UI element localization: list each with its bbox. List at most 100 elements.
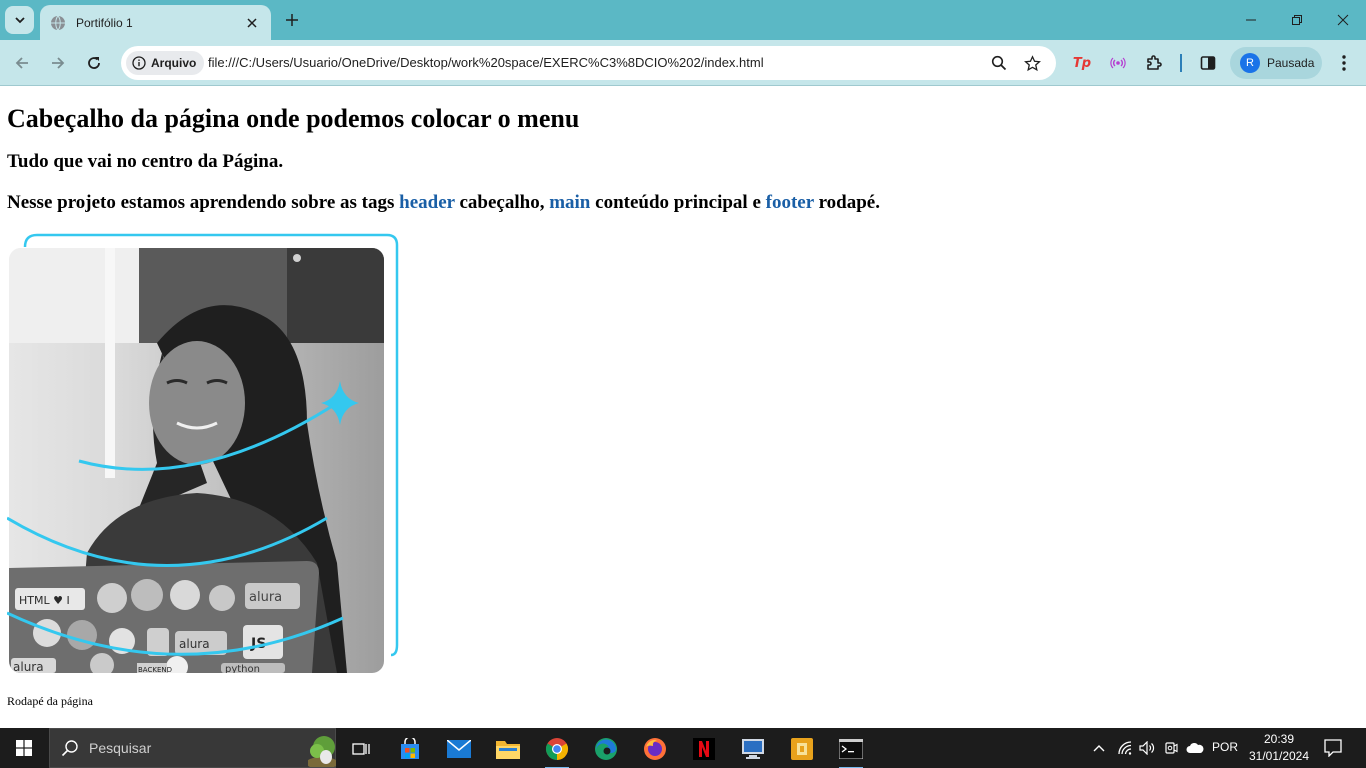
paragraph-text-1: Nesse projeto estamos aprendendo sobre a… — [7, 192, 400, 213]
netflix-button[interactable] — [684, 732, 724, 766]
portfolio-photo: HTML ♥ I alura alura JS python alura BAC… — [6, 233, 399, 675]
task-view-icon — [352, 743, 370, 755]
cloud-icon — [1186, 742, 1204, 753]
more-vertical-icon — [1342, 55, 1346, 71]
chrome-icon — [546, 738, 568, 760]
sticker-text-6: alura — [13, 660, 44, 674]
browser-tab-active[interactable]: Portifólio 1 — [40, 5, 271, 40]
magnifier-icon — [991, 55, 1007, 71]
tab-title: Portifólio 1 — [76, 15, 133, 30]
edge-icon — [595, 738, 617, 760]
main-subtitle: Tudo que vai no centro da Página. — [7, 151, 284, 172]
minimize-button[interactable] — [1228, 0, 1274, 40]
edge-button[interactable] — [586, 732, 626, 766]
folder-icon — [496, 741, 520, 759]
microsoft-store-button[interactable] — [390, 732, 430, 766]
firefox-button[interactable] — [635, 732, 675, 766]
mail-button[interactable] — [439, 732, 479, 766]
clock-time: 20:39 — [1263, 732, 1295, 746]
task-view-button[interactable] — [341, 732, 381, 766]
tp-extension-button[interactable]: Tp — [1070, 51, 1094, 75]
url-text[interactable]: file:///C:/Users/Usuario/OneDrive/Deskto… — [208, 55, 764, 70]
info-icon — [132, 56, 146, 70]
store-icon — [401, 738, 419, 759]
sticker-text-3: alura — [179, 637, 210, 651]
side-panel-icon — [1200, 56, 1216, 70]
paragraph-text-4: rodapé. — [813, 192, 880, 213]
toolbar-separator — [1180, 54, 1182, 72]
browser-menu-button[interactable] — [1334, 51, 1354, 75]
new-tab-button[interactable] — [280, 9, 304, 31]
puzzle-icon — [1147, 55, 1162, 70]
tp-extension-label: Tp — [1072, 55, 1092, 71]
page-footer-text: Rodapé da página — [7, 694, 93, 708]
paragraph-text-3: conteúdo principal e — [590, 192, 766, 213]
reload-button[interactable] — [80, 49, 108, 77]
network-button[interactable] — [1115, 738, 1135, 758]
extensions-button[interactable] — [1142, 51, 1166, 75]
arrow-right-icon — [52, 57, 65, 69]
sticker-text-5: python — [225, 664, 260, 675]
keyword-footer: footer — [765, 192, 814, 213]
site-info-chip[interactable]: Arquivo — [126, 51, 205, 75]
broadcast-extension-button[interactable] — [1106, 51, 1130, 75]
terminal-icon — [839, 739, 863, 759]
arrow-left-icon — [15, 57, 28, 69]
close-window-button[interactable] — [1320, 0, 1366, 40]
app-button[interactable] — [782, 732, 822, 766]
notification-center-button[interactable] — [1320, 736, 1346, 760]
restore-icon — [1292, 15, 1302, 25]
reload-icon — [88, 57, 100, 69]
minimize-icon — [1246, 19, 1256, 21]
input-language-indicator[interactable]: POR — [1212, 740, 1238, 754]
clock[interactable]: 20:39 31/01/2024 — [1244, 731, 1314, 765]
terminal-button[interactable] — [831, 732, 871, 768]
portfolio-photo-illustration: HTML ♥ I alura alura JS python alura BAC… — [6, 233, 399, 675]
profile-button[interactable]: R Pausada — [1230, 47, 1322, 79]
avatar: R — [1240, 53, 1260, 73]
onedrive-button[interactable] — [1184, 738, 1206, 758]
camera-icon — [1165, 742, 1178, 754]
bookmark-button[interactable] — [1022, 53, 1042, 73]
zoom-button[interactable] — [989, 53, 1009, 73]
start-button[interactable] — [0, 728, 48, 768]
plus-icon — [286, 14, 298, 26]
side-panel-button[interactable] — [1196, 51, 1220, 75]
search-icon — [61, 740, 78, 757]
notification-icon — [1324, 739, 1342, 757]
forward-button[interactable] — [44, 49, 72, 77]
keyword-header: header — [399, 192, 455, 213]
globe-icon — [51, 15, 65, 30]
remote-desktop-icon — [742, 739, 764, 759]
wifi-icon — [1118, 741, 1132, 755]
volume-button[interactable] — [1137, 738, 1157, 758]
taskbar-search-box[interactable]: Pesquisar — [49, 728, 336, 768]
browser-tab-strip: Portifólio 1 — [0, 0, 1366, 40]
profile-status-label: Pausada — [1267, 56, 1315, 70]
file-explorer-button[interactable] — [488, 732, 528, 766]
search-highlight-illustration — [308, 736, 336, 767]
page-viewport: Cabeçalho da página onde podemos colocar… — [0, 87, 1366, 728]
sticker-text-2: alura — [249, 590, 282, 605]
back-button[interactable] — [8, 49, 36, 77]
star-icon — [1023, 54, 1041, 71]
main-paragraph: Nesse projeto estamos aprendendo sobre a… — [7, 192, 880, 214]
tab-close-button[interactable] — [243, 14, 261, 32]
show-hidden-icons-button[interactable] — [1090, 738, 1108, 758]
close-icon — [247, 17, 257, 28]
remote-desktop-button[interactable] — [733, 732, 773, 766]
meet-now-button[interactable] — [1161, 738, 1181, 758]
site-info-label: Arquivo — [151, 56, 197, 70]
windows-logo-icon — [16, 740, 32, 756]
address-bar[interactable]: Arquivo file:///C:/Users/Usuario/OneDriv… — [121, 46, 1056, 80]
mail-icon — [447, 740, 471, 758]
restore-button[interactable] — [1274, 0, 1320, 40]
windows-taskbar: Pesquisar POR 20:39 31/01/2024 — [0, 728, 1366, 768]
sticker-text-1: HTML ♥ I — [19, 594, 70, 607]
chrome-button[interactable] — [537, 732, 577, 768]
clock-date: 31/01/2024 — [1248, 749, 1310, 763]
chevron-up-icon — [1093, 745, 1105, 752]
tab-search-button[interactable] — [5, 6, 34, 34]
keyword-main: main — [549, 192, 591, 213]
sticker-text-7: BACKEND — [138, 666, 172, 674]
